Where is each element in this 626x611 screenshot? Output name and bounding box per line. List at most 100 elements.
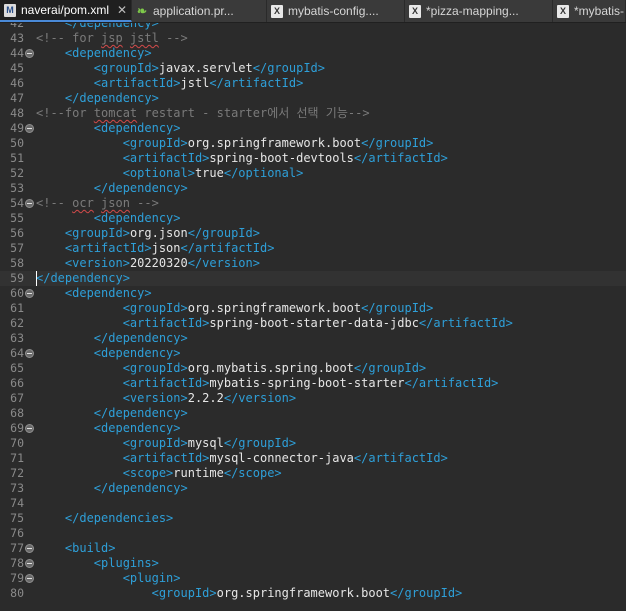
code-line[interactable]: 66 <artifactId>mybatis-spring-boot-start… xyxy=(0,376,626,391)
tab-3[interactable]: Xmybatis-config.... xyxy=(267,0,405,22)
code-line[interactable]: 48 <!--for tomcat restart - starter에서 선택 … xyxy=(0,106,626,121)
xml-tag-token: </dependency> xyxy=(64,23,159,30)
fold-collapse-icon[interactable] xyxy=(25,199,34,208)
code-line[interactable]: 45 <groupId>javax.servlet</groupId> xyxy=(0,61,626,76)
code-line[interactable]: 60 <dependency> xyxy=(0,286,626,301)
fold-collapse-icon[interactable] xyxy=(25,49,34,58)
xml-tag-token: </dependency> xyxy=(93,331,188,345)
code-line[interactable]: 58 <version>20220320</version> xyxy=(0,256,626,271)
code-text: <!-- for jsp jstl --> xyxy=(36,31,188,46)
line-number: 55 xyxy=(10,211,24,225)
comment-token xyxy=(123,31,130,45)
code-line[interactable]: 61 <groupId>org.springframework.boot</gr… xyxy=(0,301,626,316)
code-line[interactable]: 67 <version>2.2.2</version> xyxy=(0,391,626,406)
xml-tag-token: </dependency> xyxy=(93,406,188,420)
spelling-error-token: json xyxy=(101,196,130,210)
code-line[interactable]: 68 </dependency> xyxy=(0,406,626,421)
code-line[interactable]: 43 <!-- for jsp jstl --> xyxy=(0,31,626,46)
code-line[interactable]: 44 <dependency> xyxy=(0,46,626,61)
comment-token: <!--for xyxy=(36,106,94,120)
line-number: 63 xyxy=(10,331,24,345)
xml-tag-token: </dependency> xyxy=(93,181,188,195)
code-text: </dependency> xyxy=(36,91,159,106)
editor-tab-bar: Mnaverai/pom.xml ✕ ❧ application.pr... Xmyba… xyxy=(0,0,626,23)
code-text: <dependency> xyxy=(36,46,152,61)
xml-file-icon: X xyxy=(409,4,421,18)
code-line[interactable]: 78 <plugins> xyxy=(0,556,626,571)
code-line[interactable]: 42 </dependency> xyxy=(0,23,626,31)
tab-5[interactable]: X *mybatis- xyxy=(553,0,626,22)
code-line[interactable]: 69 <dependency> xyxy=(0,421,626,436)
spelling-error-token: ocr xyxy=(72,196,94,210)
line-number: 57 xyxy=(10,241,24,255)
code-text: <groupId>org.springframework.boot</group… xyxy=(36,136,434,151)
code-text: </dependency> xyxy=(36,271,130,286)
xml-tag-token: </scope> xyxy=(223,466,282,480)
fold-collapse-icon[interactable] xyxy=(25,544,34,553)
code-line[interactable]: 56 <groupId>org.json</groupId> xyxy=(0,226,626,241)
code-line[interactable]: 53 </dependency> xyxy=(0,181,626,196)
maven-m-icon: M xyxy=(4,3,16,17)
xml-tag-token: </artifactId> xyxy=(418,316,513,330)
code-line[interactable]: 52 <optional>true</optional> xyxy=(0,166,626,181)
line-number: 62 xyxy=(10,316,24,330)
xml-tag-token: <plugins> xyxy=(93,556,159,570)
code-line[interactable]: 80 <groupId>org.springframework.boot</gr… xyxy=(0,586,626,601)
close-icon[interactable]: ✕ xyxy=(117,3,127,17)
code-line[interactable]: 75 </dependencies> xyxy=(0,511,626,526)
fold-collapse-icon[interactable] xyxy=(25,349,34,358)
xml-tag-token: </dependency> xyxy=(93,481,188,495)
code-line[interactable]: 62 <artifactId>spring-boot-starter-data-… xyxy=(0,316,626,331)
text-token: json xyxy=(151,241,181,255)
xml-tag-token: <artifactId> xyxy=(122,316,210,330)
code-line[interactable]: 51 <artifactId>spring-boot-devtools</art… xyxy=(0,151,626,166)
tab-4[interactable]: X *pizza-mapping... xyxy=(405,0,553,22)
code-line[interactable]: 64 <dependency> xyxy=(0,346,626,361)
code-line[interactable]: 47 </dependency> xyxy=(0,91,626,106)
code-line[interactable]: 73 </dependency> xyxy=(0,481,626,496)
xml-tag-token: <groupId> xyxy=(122,301,188,315)
code-line[interactable]: 57 <artifactId>json</artifactId> xyxy=(0,241,626,256)
line-number: 79 xyxy=(10,571,24,585)
code-line[interactable]: 70 <groupId>mysql</groupId> xyxy=(0,436,626,451)
code-line[interactable]: 55 <dependency> xyxy=(0,211,626,226)
code-line[interactable]: 74 xyxy=(0,496,626,511)
code-line[interactable]: 50 <groupId>org.springframework.boot</gr… xyxy=(0,136,626,151)
comment-token: restart - starter에서 선택 기능--> xyxy=(137,106,370,120)
tab-2[interactable]: ❧ application.pr... xyxy=(132,0,267,22)
fold-collapse-icon[interactable] xyxy=(25,289,34,298)
fold-collapse-icon[interactable] xyxy=(25,124,34,133)
fold-collapse-icon[interactable] xyxy=(25,559,34,568)
text-token: org.mybatis.spring.boot xyxy=(187,361,354,375)
code-line[interactable]: 59 </dependency> xyxy=(0,271,626,286)
tab-1[interactable]: Mnaverai/pom.xml ✕ xyxy=(0,0,132,22)
xml-tag-token: </artifactId> xyxy=(404,376,499,390)
xml-tag-token: </groupId> xyxy=(353,361,427,375)
line-number: 61 xyxy=(10,301,24,315)
fold-collapse-icon[interactable] xyxy=(25,574,34,583)
spring-leaf-icon: ❧ xyxy=(136,4,148,18)
xml-tag-token: </groupId> xyxy=(223,436,297,450)
code-line[interactable]: 65 <groupId>org.mybatis.spring.boot</gro… xyxy=(0,361,626,376)
xml-tag-token: <artifactId> xyxy=(122,151,210,165)
code-text: <artifactId>json</artifactId> xyxy=(36,241,275,256)
code-line[interactable]: 79 <plugin> xyxy=(0,571,626,586)
code-editor[interactable]: 42 </dependency> 43 <!-- for jsp jstl --> 4… xyxy=(0,23,626,611)
code-line[interactable]: 76 xyxy=(0,526,626,541)
code-line[interactable]: 63 </dependency> xyxy=(0,331,626,346)
xml-tag-token: </version> xyxy=(187,256,260,270)
code-line[interactable]: 49 <dependency> xyxy=(0,121,626,136)
text-token: 2.2.2 xyxy=(187,391,224,405)
code-line[interactable]: 54 <!-- ocr json --> xyxy=(0,196,626,211)
line-number: 42 xyxy=(10,23,24,30)
code-line[interactable]: 77 <build> xyxy=(0,541,626,556)
code-line[interactable]: 72 <scope>runtime</scope> xyxy=(0,466,626,481)
code-line[interactable]: 46 <artifactId>jstl</artifactId> xyxy=(0,76,626,91)
fold-collapse-icon[interactable] xyxy=(25,424,34,433)
code-line[interactable]: 71 <artifactId>mysql-connector-java</art… xyxy=(0,451,626,466)
